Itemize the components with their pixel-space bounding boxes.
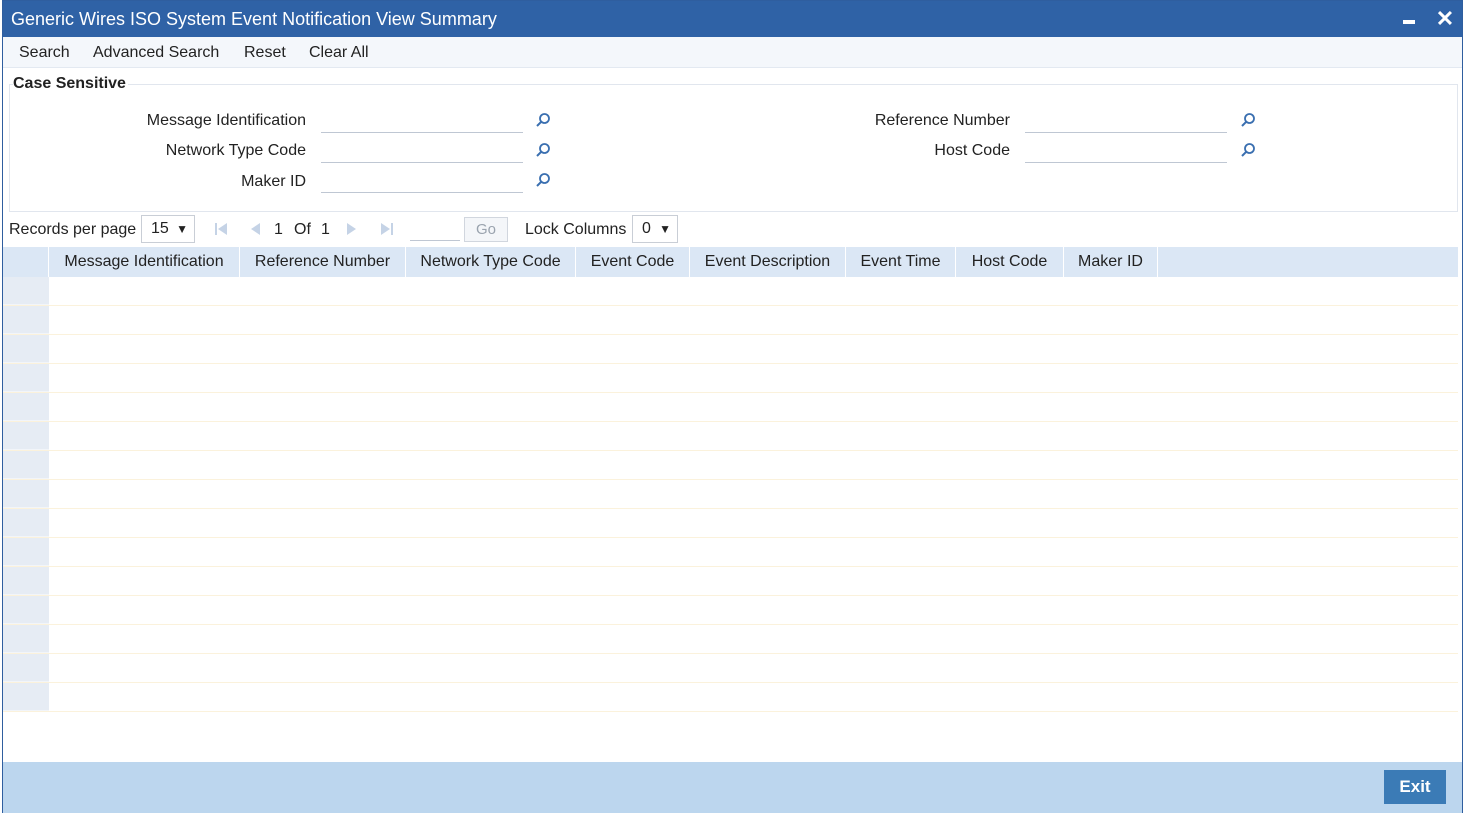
column-header-message-identification[interactable]: Message Identification — [49, 247, 240, 277]
page-number-input[interactable] — [410, 217, 460, 241]
table-row[interactable] — [3, 538, 1458, 567]
column-header-event-description[interactable]: Event Description — [690, 247, 846, 277]
table-row[interactable] — [3, 335, 1458, 364]
table-row[interactable] — [3, 509, 1458, 538]
current-page: 1 — [274, 221, 283, 238]
case-sensitive-heading: Case Sensitive — [13, 75, 128, 93]
row-select-cell[interactable] — [3, 625, 49, 653]
reference-number-input[interactable] — [1025, 109, 1227, 133]
message-identification-input[interactable] — [321, 109, 523, 133]
table-row[interactable] — [3, 393, 1458, 422]
previous-page-icon[interactable] — [248, 222, 262, 236]
table-row[interactable] — [3, 306, 1458, 335]
row-select-cell[interactable] — [3, 277, 49, 305]
table-row[interactable] — [3, 277, 1458, 306]
next-page-icon[interactable] — [345, 222, 359, 236]
grid-header-row: Message Identification Reference Number … — [3, 247, 1458, 277]
row-select-cell[interactable] — [3, 683, 49, 711]
column-header-maker-id[interactable]: Maker ID — [1064, 247, 1158, 277]
last-page-icon[interactable] — [380, 222, 394, 236]
go-button[interactable]: Go — [464, 217, 508, 242]
row-select-cell[interactable] — [3, 480, 49, 508]
row-select-cell[interactable] — [3, 654, 49, 682]
table-row[interactable] — [3, 654, 1458, 683]
column-header-event-code[interactable]: Event Code — [576, 247, 690, 277]
column-header-reference-number[interactable]: Reference Number — [240, 247, 406, 277]
search-button[interactable]: Search — [19, 44, 70, 62]
reference-number-search-icon[interactable] — [1240, 112, 1256, 128]
maker-id-input[interactable] — [321, 169, 523, 193]
table-row[interactable] — [3, 422, 1458, 451]
toolbar: Search Advanced Search Reset Clear All — [3, 37, 1462, 68]
reference-number-label: Reference Number — [874, 112, 1010, 129]
chevron-down-icon: ▼ — [176, 222, 188, 236]
network-type-code-input[interactable] — [321, 139, 523, 163]
row-select-cell[interactable] — [3, 596, 49, 624]
network-type-code-search-icon[interactable] — [535, 142, 551, 158]
window-title: Generic Wires ISO System Event Notificat… — [11, 9, 497, 29]
select-all-cell[interactable] — [3, 247, 49, 277]
advanced-search-button[interactable]: Advanced Search — [93, 44, 219, 62]
exit-button[interactable]: Exit — [1384, 770, 1446, 804]
row-select-cell[interactable] — [3, 422, 49, 450]
row-select-cell[interactable] — [3, 451, 49, 479]
host-code-input[interactable] — [1025, 139, 1227, 163]
minimize-icon[interactable] — [1397, 7, 1421, 31]
message-identification-search-icon[interactable] — [535, 112, 551, 128]
close-icon[interactable]: ✕ — [1433, 7, 1457, 31]
maker-id-label: Maker ID — [241, 173, 306, 190]
row-select-cell[interactable] — [3, 509, 49, 537]
table-row[interactable] — [3, 451, 1458, 480]
table-row[interactable] — [3, 596, 1458, 625]
table-row[interactable] — [3, 625, 1458, 654]
summary-window: Generic Wires ISO System Event Notificat… — [2, 0, 1463, 813]
table-row[interactable] — [3, 364, 1458, 393]
chevron-down-icon: ▼ — [659, 222, 671, 236]
lock-columns-value: 0 — [642, 220, 651, 237]
column-header-event-time[interactable]: Event Time — [846, 247, 956, 277]
clear-all-button[interactable]: Clear All — [309, 44, 369, 62]
title-bar: Generic Wires ISO System Event Notificat… — [3, 1, 1462, 37]
row-select-cell[interactable] — [3, 567, 49, 595]
table-row[interactable] — [3, 480, 1458, 509]
lock-columns-select[interactable]: 0 ▼ — [632, 215, 678, 243]
of-label: Of — [294, 221, 311, 238]
row-select-cell[interactable] — [3, 393, 49, 421]
reset-button[interactable]: Reset — [244, 44, 286, 62]
row-select-cell[interactable] — [3, 306, 49, 334]
records-per-page-label: Records per page — [9, 221, 137, 238]
column-header-host-code[interactable]: Host Code — [956, 247, 1064, 277]
row-select-cell[interactable] — [3, 538, 49, 566]
total-pages: 1 — [321, 221, 330, 238]
first-page-icon[interactable] — [214, 222, 228, 236]
records-per-page-value: 15 — [151, 220, 169, 237]
maker-id-search-icon[interactable] — [535, 172, 551, 188]
network-type-code-label: Network Type Code — [165, 142, 306, 159]
table-row[interactable] — [3, 683, 1458, 712]
table-row[interactable] — [3, 567, 1458, 596]
lock-columns-label: Lock Columns — [525, 221, 627, 238]
host-code-label: Host Code — [934, 142, 1010, 159]
pagination-bar: Records per page 15 ▼ 1 Of 1 Go Lock Col… — [3, 214, 1462, 246]
records-per-page-select[interactable]: 15 ▼ — [141, 215, 195, 243]
message-identification-label: Message Identification — [146, 112, 306, 129]
host-code-search-icon[interactable] — [1240, 142, 1256, 158]
row-select-cell[interactable] — [3, 364, 49, 392]
column-header-network-type-code[interactable]: Network Type Code — [406, 247, 576, 277]
row-select-cell[interactable] — [3, 335, 49, 363]
footer-bar: Exit — [3, 762, 1462, 813]
